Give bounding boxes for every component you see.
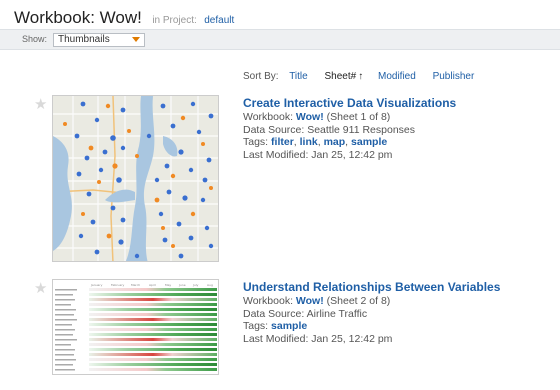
workbook-link[interactable]: Wow! — [296, 111, 324, 123]
sort-title[interactable]: Title — [289, 71, 308, 82]
tag-link[interactable]: link — [300, 136, 318, 148]
in-project-label: in Project: — [152, 15, 197, 26]
sort-publisher[interactable]: Publisher — [433, 71, 475, 82]
view-title-link[interactable]: Understand Relationships Between Variabl… — [243, 280, 553, 295]
tag-link[interactable]: sample — [271, 320, 307, 332]
sort-modified[interactable]: Modified — [378, 71, 416, 82]
chevron-down-icon — [132, 37, 140, 42]
tag-link[interactable]: sample — [351, 136, 387, 148]
tag-link[interactable]: filter — [271, 136, 294, 148]
sort-label: Sort By: — [243, 71, 279, 82]
view-details: Understand Relationships Between Variabl… — [243, 280, 553, 345]
view-thumbnail[interactable]: January February March April May June July Au… — [52, 279, 219, 375]
heatmap-thumbnail-image: January February March April May June July Au… — [53, 280, 218, 374]
sheet-position: (Sheet 1 of 8) — [326, 111, 391, 123]
view-toolbar: Show: Thumbnails — [0, 29, 560, 50]
view-details: Create Interactive Data Visualizations W… — [243, 96, 553, 161]
tags-label: Tags: — [243, 320, 269, 332]
svg-text:May: May — [165, 283, 171, 287]
star-icon[interactable]: ★ — [34, 95, 47, 113]
svg-text:July: July — [192, 283, 199, 287]
tag-link[interactable]: map — [324, 136, 346, 148]
datasource-line: Data Source: Airline Traffic — [243, 307, 368, 320]
page-title: Workbook: Wow! — [14, 8, 142, 27]
workbook-line: Workbook: Wow! (Sheet 1 of 8) — [243, 111, 553, 124]
view-thumbnail[interactable] — [52, 95, 219, 262]
workbook-link[interactable]: Wow! — [296, 295, 324, 307]
view-title-link[interactable]: Create Interactive Data Visualizations — [243, 96, 553, 111]
sheet-position: (Sheet 2 of 8) — [326, 295, 391, 307]
datasource-line: Data Source: Seattle 911 Responses — [243, 123, 415, 136]
star-icon[interactable]: ★ — [34, 279, 47, 297]
tags-label: Tags: — [243, 136, 269, 148]
tags-line: Tags: sample — [243, 320, 553, 333]
sort-bar: Sort By: Title Sheet# ↑ Modified Publishe… — [243, 71, 488, 82]
show-select-value: Thumbnails — [58, 34, 110, 45]
svg-text:April: April — [149, 283, 156, 287]
workbook-prefix: Workbook: — [243, 111, 293, 123]
svg-text:March: March — [131, 283, 140, 287]
modified-line: Last Modified: Jan 25, 12:42 pm — [243, 148, 393, 161]
next-item-peek — [0, 383, 560, 390]
project-link[interactable]: default — [204, 15, 234, 26]
svg-text:June: June — [178, 283, 186, 287]
workbook-prefix: Workbook: — [243, 295, 293, 307]
svg-text:Aug: Aug — [207, 283, 213, 287]
svg-text:January: January — [90, 283, 103, 287]
modified-line: Last Modified: Jan 25, 12:42 pm — [243, 332, 393, 345]
sort-ascending-icon: ↑ — [358, 71, 364, 82]
tags-line: Tags: filter, link, map, sample — [243, 136, 388, 148]
page-header: Workbook: Wow! in Project: default — [0, 0, 560, 28]
svg-text:February: February — [111, 283, 125, 287]
map-thumbnail-image — [53, 96, 218, 261]
show-select[interactable]: Thumbnails — [53, 33, 145, 47]
sort-sheet[interactable]: Sheet# — [325, 71, 357, 82]
show-label: Show: — [22, 34, 48, 44]
workbook-line: Workbook: Wow! (Sheet 2 of 8) — [243, 295, 553, 308]
